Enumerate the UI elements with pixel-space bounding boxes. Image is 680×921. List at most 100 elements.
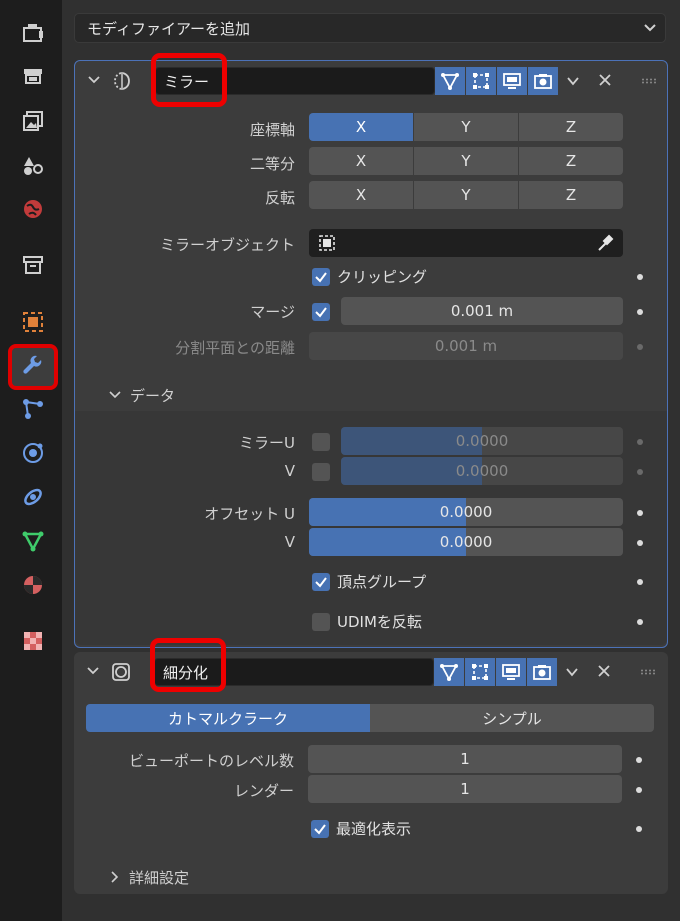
axis-label: 座標軸 xyxy=(249,121,295,139)
animate-property-dot[interactable] xyxy=(637,540,643,546)
highlight-box xyxy=(151,53,227,107)
drag-grip-icon[interactable] xyxy=(640,669,656,675)
mirror-object-label: ミラーオブジェクト xyxy=(159,236,295,254)
render-levels-field[interactable]: 1 xyxy=(308,775,622,803)
animate-property-dot[interactable] xyxy=(637,579,643,585)
animate-property-dot[interactable] xyxy=(637,309,643,315)
merge-distance-value: 0.001 m xyxy=(450,302,514,320)
animate-property-dot[interactable] xyxy=(637,274,643,280)
catmull-clark-tab[interactable]: カトマルクラーク xyxy=(86,704,370,732)
collapse-chevron-icon[interactable] xyxy=(87,73,101,87)
on-cage-toggle[interactable] xyxy=(466,67,496,95)
bisect-distance-field[interactable]: 0.001 m xyxy=(309,332,623,360)
flip-z-button[interactable]: Z xyxy=(519,181,623,209)
flip-x-button[interactable]: X xyxy=(309,181,414,209)
offset-u-field[interactable]: 0.0000 xyxy=(309,498,623,526)
bisect-y-button[interactable]: Y xyxy=(414,147,519,175)
animate-property-dot[interactable] xyxy=(637,510,643,516)
bisect-segmented-control: X Y Z xyxy=(309,147,623,175)
bisect-label: 二等分 xyxy=(249,155,295,173)
bisect-z-button[interactable]: Z xyxy=(519,147,623,175)
offset-u-label: オフセット U xyxy=(204,505,295,523)
render-levels-value: 1 xyxy=(460,780,470,798)
mirror-panel-header[interactable]: ミラー xyxy=(75,53,667,107)
bisect-x-button[interactable]: X xyxy=(309,147,414,175)
animate-property-dot[interactable] xyxy=(636,826,642,832)
subdivision-panel-header[interactable]: 細分化 xyxy=(74,638,668,692)
drag-grip-icon[interactable] xyxy=(641,78,657,84)
viewport-levels-field[interactable]: 1 xyxy=(308,745,622,773)
tool-tab-icon[interactable] xyxy=(18,18,48,48)
eyedropper-icon[interactable] xyxy=(595,233,615,253)
mirror-modifier-panel: ミラー 座標軸 X Y Z 二等分 X Y Z 反転 X Y Z ミラーオブジェ… xyxy=(74,53,668,648)
render-toggle[interactable] xyxy=(528,67,558,95)
subdivision-modifier-panel: 細分化 カトマルクラーク シンプル ビューポートのレベル数 1 レンダー 1 最… xyxy=(74,638,668,894)
optimal-display-checkbox[interactable] xyxy=(311,820,329,838)
texture-tab-icon[interactable] xyxy=(18,626,48,656)
clipping-checkbox[interactable] xyxy=(312,268,330,286)
checkmark-icon xyxy=(315,577,327,588)
camera-icon xyxy=(534,74,552,89)
properties-editor: モディファイアーを追加 ミラー 座標軸 X Y Z 二等分 X Y Z 反転 X… xyxy=(62,0,680,921)
output-tab-icon[interactable] xyxy=(18,106,48,136)
animate-property-dot[interactable] xyxy=(636,757,642,763)
close-icon[interactable] xyxy=(597,72,613,88)
merge-checkbox[interactable] xyxy=(312,303,330,321)
collapse-chevron-icon[interactable] xyxy=(109,389,121,401)
scene-tab-icon[interactable] xyxy=(18,194,48,224)
constraints-tab-icon[interactable] xyxy=(18,482,48,512)
viewport-toggle[interactable] xyxy=(497,67,527,95)
merge-distance-field[interactable]: 0.001 m xyxy=(341,297,623,325)
collapse-chevron-icon[interactable] xyxy=(86,664,100,678)
particles-tab-icon[interactable] xyxy=(18,394,48,424)
checkmark-icon xyxy=(315,307,327,318)
data-section-label[interactable]: データ xyxy=(130,385,175,406)
animate-property-dot[interactable] xyxy=(636,787,642,793)
mirror-v-field[interactable]: 0.0000 xyxy=(341,457,623,485)
bisect-distance-label: 分割平面との距離 xyxy=(175,339,295,357)
view-layer-tab-icon[interactable] xyxy=(18,150,48,180)
subdivision-mode-tabs: カトマルクラーク シンプル xyxy=(86,704,654,732)
close-icon[interactable] xyxy=(596,663,612,679)
viewport-levels-label: ビューポートのレベル数 xyxy=(128,752,294,770)
data-tab-icon[interactable] xyxy=(18,526,48,556)
flip-udim-checkbox[interactable] xyxy=(312,613,330,631)
edit-mode-toggle[interactable] xyxy=(435,67,465,95)
monitor-icon xyxy=(502,664,520,680)
animate-property-dot[interactable] xyxy=(637,619,643,625)
camera-icon xyxy=(533,665,551,680)
animate-property-dot[interactable] xyxy=(637,344,643,350)
offset-v-field[interactable]: 0.0000 xyxy=(309,528,623,556)
axis-y-button[interactable]: Y xyxy=(414,113,519,141)
vertex-groups-checkbox[interactable] xyxy=(312,573,330,591)
simple-tab[interactable]: シンプル xyxy=(370,704,654,732)
subdivision-modifier-icon xyxy=(112,663,130,681)
clipping-label: クリッピング xyxy=(337,268,428,286)
offset-v-label: V xyxy=(284,533,295,551)
render-toggle[interactable] xyxy=(527,658,557,686)
world-tab-icon[interactable] xyxy=(18,250,48,280)
physics-tab-icon[interactable] xyxy=(18,438,48,468)
object-tab-icon[interactable] xyxy=(18,307,48,337)
viewport-toggle[interactable] xyxy=(496,658,526,686)
material-tab-icon[interactable] xyxy=(18,570,48,600)
mirror-u-field[interactable]: 0.0000 xyxy=(341,427,623,455)
animate-property-dot[interactable] xyxy=(637,469,643,475)
on-cage-toggle[interactable] xyxy=(465,658,495,686)
axis-x-button[interactable]: X xyxy=(309,113,414,141)
expand-chevron-icon[interactable] xyxy=(108,871,120,883)
advanced-section-label[interactable]: 詳細設定 xyxy=(129,867,189,888)
flip-y-button[interactable]: Y xyxy=(414,181,519,209)
mirror-object-field[interactable] xyxy=(309,229,623,257)
add-modifier-dropdown[interactable]: モディファイアーを追加 xyxy=(74,13,666,43)
mirror-u-checkbox[interactable] xyxy=(312,433,330,451)
animate-property-dot[interactable] xyxy=(637,439,643,445)
chevron-down-icon[interactable] xyxy=(564,664,580,680)
mirror-v-checkbox[interactable] xyxy=(312,463,330,481)
chevron-down-icon xyxy=(644,24,656,32)
axis-z-button[interactable]: Z xyxy=(519,113,623,141)
modifier-tab-wrench-icon[interactable] xyxy=(8,344,58,390)
edit-mode-toggle[interactable] xyxy=(434,658,464,686)
chevron-down-icon[interactable] xyxy=(565,73,581,89)
render-tab-icon[interactable] xyxy=(18,62,48,92)
